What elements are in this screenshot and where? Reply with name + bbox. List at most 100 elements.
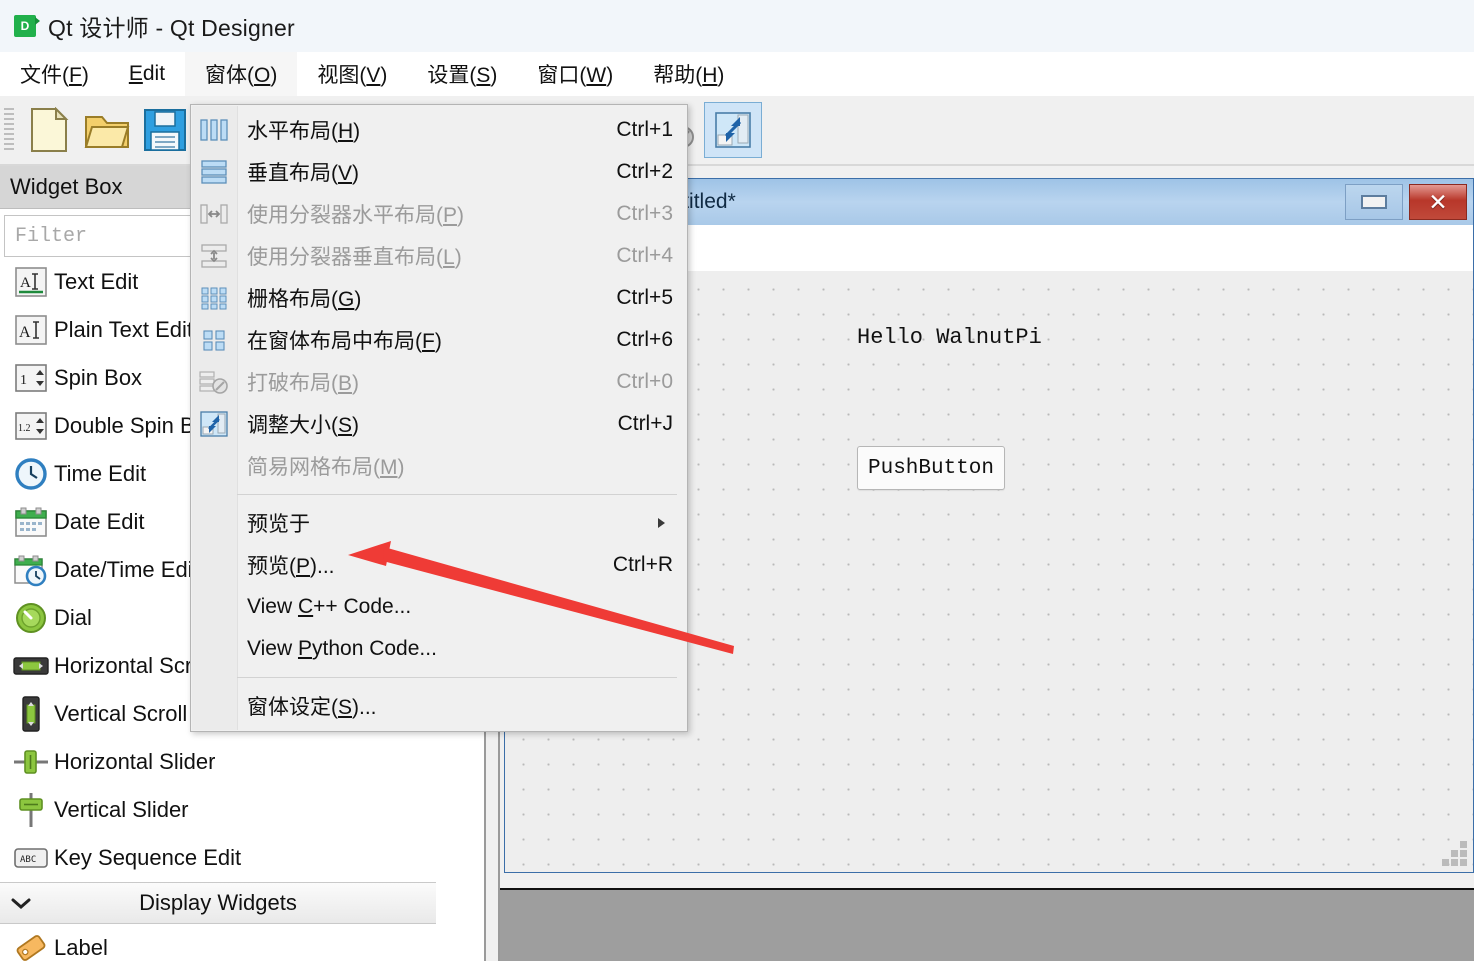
menu-item-layout-grid[interactable]: 栅格布局(G) Ctrl+5 [191,277,687,319]
layout-splitter-horizontal-icon [197,199,231,229]
menubar-item-form[interactable]: 窗体(O) [185,52,298,96]
horizontal-scrollbar-icon [8,654,54,678]
menu-item-label: View C++ Code... [247,595,412,618]
list-item[interactable]: Vertical Slider [0,786,436,834]
list-item-label: Time Edit [54,461,147,486]
window-titlebar: D Qt 设计师 - Qt Designer [0,0,1474,52]
menu-item-view-python-code[interactable]: View Python Code... [191,628,687,670]
menubar-label: 设置(S) [427,64,498,87]
window-title: Qt 设计师 - Qt Designer [48,15,295,41]
adjust-size-icon [197,409,231,439]
list-item-label: Label [54,935,108,960]
menu-item-shortcut: Ctrl+0 [616,370,673,393]
menu-item-label: 垂直布局(V) [247,162,360,185]
menubar-label: 文件(F) [20,64,89,87]
label-icon [8,931,54,961]
designer-icon: D [14,15,40,37]
menubar-item-settings[interactable]: 设置(S) [407,52,517,96]
menu-item-label: 使用分裂器垂直布局(L) [247,246,462,269]
menu-item-shortcut: Ctrl+2 [616,160,673,183]
layout-form-icon [197,325,231,355]
save-file-icon[interactable] [136,102,194,158]
vertical-scrollbar-icon [8,696,54,732]
mdi-background [500,888,1474,961]
svg-text:1.2: 1.2 [18,423,31,434]
menu-item-label: 使用分裂器水平布局(P) [247,204,465,227]
list-item[interactable]: ABC Key Sequence Edit [0,834,436,882]
menubar-item-help[interactable]: 帮助(H) [633,52,744,96]
widget-group-display-widgets[interactable]: Display Widgets [0,882,436,924]
time-edit-icon [8,457,54,491]
menu-separator [237,677,677,678]
adjust-size-icon[interactable] [704,102,762,158]
svg-text:1: 1 [20,373,27,388]
menu-item-shortcut: Ctrl+6 [616,328,673,351]
list-item[interactable]: Horizontal Slider [0,738,436,786]
menu-item-label: 预览于 [247,513,310,536]
new-file-icon[interactable] [20,102,78,158]
list-item-label: Plain Text Edit [54,317,194,342]
menu-item-layout-form[interactable]: 在窗体布局中布局(F) Ctrl+6 [191,319,687,361]
submenu-arrow-icon [658,518,665,528]
list-item-label: Horizontal Slider [54,749,216,774]
svg-text:ABC: ABC [20,855,36,865]
menubar-label: 窗口(W) [537,64,614,87]
menu-item-shortcut: Ctrl+5 [616,286,673,309]
menu-item-label: 窗体设定(S)... [247,696,377,719]
menubar-label: Edit [128,62,166,85]
menubar-label: 视图(V) [317,64,388,87]
menu-item-label: 打破布局(B) [247,372,360,395]
menubar-label: 帮助(H) [653,64,725,87]
resize-grip[interactable] [1441,840,1467,866]
menu-item-splitter-vertical[interactable]: 使用分裂器垂直布局(L) Ctrl+4 [191,235,687,277]
minimize-button[interactable] [1345,184,1403,220]
menu-item-label: 水平布局(H) [247,120,361,143]
menu-separator [237,494,677,495]
layout-splitter-vertical-icon [197,241,231,271]
mdi-gap [500,873,1474,888]
open-file-icon[interactable] [78,102,136,158]
chevron-down-icon [10,890,32,916]
date-time-edit-icon [8,553,54,587]
canvas-label-hello[interactable]: Hello WalnutPi [857,325,1042,350]
menu-item-label: View Python Code... [247,637,437,660]
menu-item-shortcut: Ctrl+R [612,553,673,576]
layout-horizontal-icon [197,115,231,145]
list-item-label: Date Edit [54,509,145,534]
menu-item-splitter-horizontal[interactable]: 使用分裂器水平布局(P) Ctrl+3 [191,193,687,235]
menubar-item-file[interactable]: 文件(F) [0,52,109,96]
menubar-label: 窗体(O) [205,64,278,87]
menu-item-preview[interactable]: 预览(P)... Ctrl+R [191,544,687,586]
menu-item-layout-vertical[interactable]: 垂直布局(V) Ctrl+2 [191,151,687,193]
list-item[interactable]: Label [0,924,436,961]
break-layout-icon [197,367,231,397]
text-edit-icon: A [8,265,54,299]
form-dropdown-menu[interactable]: 水平布局(H) Ctrl+1 垂直布局(V) Ctrl+2 使用分裂器水平布局(… [190,104,688,732]
menu-item-shortcut: Ctrl+1 [616,118,673,141]
menubar-item-view[interactable]: 视图(V) [297,52,407,96]
date-edit-icon [8,505,54,539]
key-sequence-edit-icon: ABC [8,845,54,871]
layout-grid-icon [197,283,231,313]
menu-item-break-layout[interactable]: 打破布局(B) Ctrl+0 [191,361,687,403]
menu-item-adjust-size[interactable]: 调整大小(S) Ctrl+J [191,403,687,445]
list-item-label: Text Edit [54,269,139,294]
minimize-icon [1361,195,1387,209]
menu-item-view-cpp-code[interactable]: View C++ Code... [191,586,687,628]
menu-item-preview-in[interactable]: 预览于 [191,502,687,544]
menu-item-layout-horizontal[interactable]: 水平布局(H) Ctrl+1 [191,109,687,151]
menu-item-form-settings[interactable]: 窗体设定(S)... [191,685,687,727]
list-item-label: Date/Time Edit [54,557,199,582]
menubar-item-window[interactable]: 窗口(W) [517,52,633,96]
canvas-pushbutton[interactable]: PushButton [857,446,1005,490]
menubar-item-edit[interactable]: Edit [109,52,185,96]
horizontal-slider-icon [8,747,54,777]
menubar: 文件(F) Edit 窗体(O) 视图(V) 设置(S) 窗口(W) 帮助(H) [0,52,1474,97]
menu-item-simplify-grid[interactable]: 简易网格布局(M) [191,445,687,487]
svg-text:A: A [20,275,31,291]
plain-text-edit-icon: A [8,313,54,347]
vertical-slider-icon [8,791,54,829]
layout-vertical-icon [197,157,231,187]
close-button[interactable]: ✕ [1409,184,1467,220]
toolbar-grip[interactable] [4,108,14,152]
